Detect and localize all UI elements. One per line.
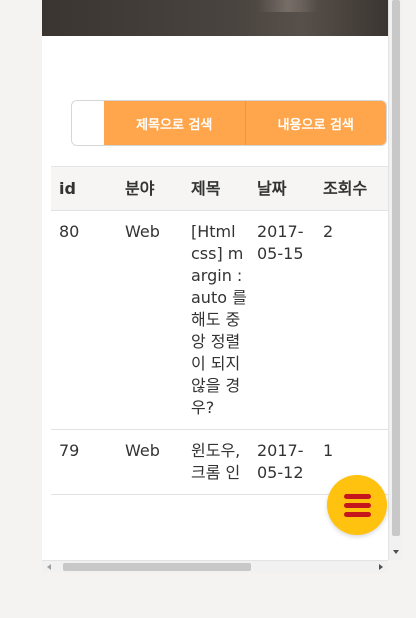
row-id: 80: [51, 210, 117, 430]
scroll-left-arrow-icon[interactable]: [47, 564, 51, 570]
row-title-link[interactable]: 윈도우, 크롬 인: [183, 429, 249, 495]
search-bar: 제목으로 검색 내용으로 검색: [71, 100, 387, 146]
row-views: 2: [315, 210, 388, 430]
page-frame: 제목으로 검색 내용으로 검색 id 분야 제목 날짜 조회수 80 Web […: [42, 0, 388, 560]
vertical-scrollbar-thumb[interactable]: [392, 0, 400, 536]
row-date: 2017-05-12: [249, 429, 315, 495]
search-content-button[interactable]: 내용으로 검색: [244, 101, 386, 145]
horizontal-scrollbar-thumb[interactable]: [63, 563, 251, 571]
menu-fab-button[interactable]: [327, 475, 387, 535]
table-header-row: id 분야 제목 날짜 조회수: [51, 166, 388, 211]
column-header-title: 제목: [183, 166, 249, 211]
column-header-views: 조회수: [315, 166, 388, 211]
post-table-wrapper: id 분야 제목 날짜 조회수 80 Web [Html css] margin…: [51, 166, 388, 495]
search-title-button[interactable]: 제목으로 검색: [104, 101, 245, 145]
row-category: Web: [117, 429, 183, 495]
row-title-link[interactable]: [Html css] margin : auto 를 해도 중앙 정렬이 되지 …: [183, 210, 249, 430]
hero-image: [42, 0, 388, 36]
row-id: 79: [51, 429, 117, 495]
scroll-right-arrow-icon[interactable]: [379, 564, 383, 570]
post-table: id 분야 제목 날짜 조회수 80 Web [Html css] margin…: [51, 166, 388, 495]
scroll-down-arrow-icon[interactable]: [393, 550, 399, 554]
hamburger-menu-icon: [344, 494, 371, 499]
column-header-id: id: [51, 166, 117, 211]
row-category: Web: [117, 210, 183, 430]
column-header-date: 날짜: [249, 166, 315, 211]
column-header-category: 분야: [117, 166, 183, 211]
vertical-scrollbar[interactable]: [388, 0, 403, 560]
row-date: 2017-05-15: [249, 210, 315, 430]
search-input[interactable]: [72, 101, 104, 145]
horizontal-scrollbar[interactable]: [42, 560, 388, 573]
table-row[interactable]: 80 Web [Html css] margin : auto 를 해도 중앙 …: [51, 210, 388, 430]
